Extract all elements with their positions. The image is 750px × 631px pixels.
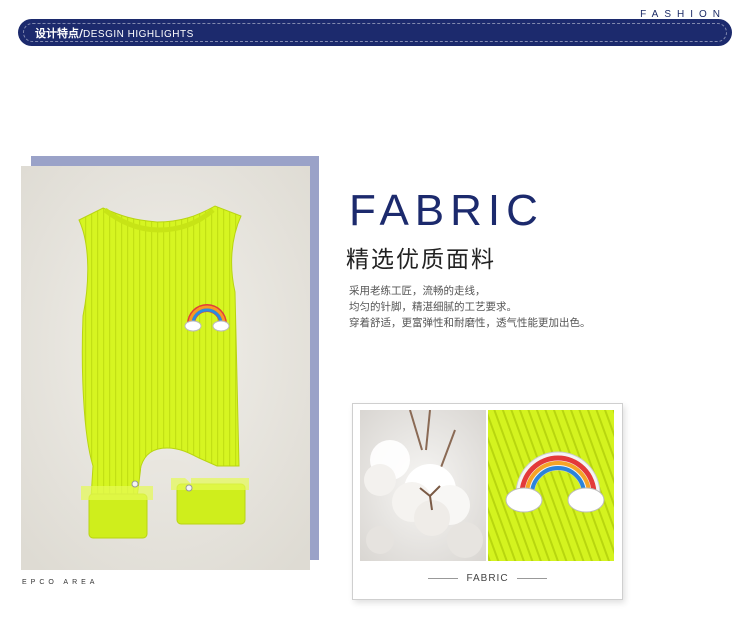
description-line: 均匀的针脚，精湛细腻的工艺要求。 xyxy=(349,301,517,313)
fabric-subtitle: 精选优质面料 xyxy=(346,247,496,273)
cotton-image xyxy=(360,410,486,561)
fabric-detail-card: FABRIC xyxy=(352,403,623,600)
photo-corner-label: EPCO AREA xyxy=(22,579,99,586)
caption-divider-left xyxy=(428,577,459,579)
fabric-description: 采用老练工匠，流畅的走线， 均匀的针脚，精湛细腻的工艺要求。 穿着舒适，更富弹性… xyxy=(349,283,709,331)
fabric-closeup-illustration xyxy=(488,410,614,561)
description-line: 穿着舒适，更富弹性和耐磨性，透气性能更加出色。 xyxy=(349,317,591,329)
detail-caption: FABRIC xyxy=(466,572,509,584)
banner-title-en: DESGIN HIGHLIGHTS xyxy=(83,29,194,40)
fabric-closeup-image xyxy=(488,410,614,561)
cotton-illustration xyxy=(360,410,486,561)
fashion-label: FASHION xyxy=(640,9,726,20)
product-photo xyxy=(21,166,310,570)
caption-row: FABRIC xyxy=(353,568,622,588)
section-banner: 设计特点/DESGIN HIGHLIGHTS xyxy=(19,20,731,45)
description-line: 采用老练工匠，流畅的走线， xyxy=(349,285,486,297)
banner-title-cn: 设计特点/ xyxy=(35,27,84,40)
fabric-title: FABRIC xyxy=(349,186,544,235)
banner-title: 设计特点/DESGIN HIGHLIGHTS xyxy=(35,25,194,41)
caption-divider-right xyxy=(516,577,547,579)
romper-illustration xyxy=(21,166,310,570)
